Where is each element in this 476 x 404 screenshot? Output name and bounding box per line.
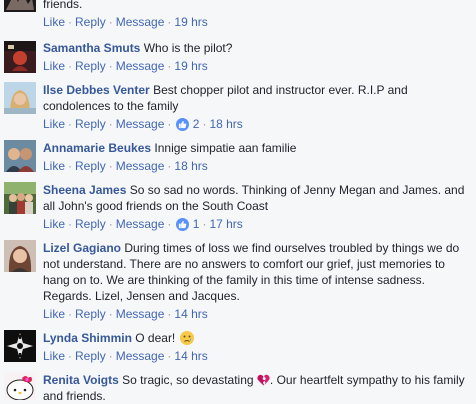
like-link[interactable]: Like	[43, 349, 65, 363]
reaction-count[interactable]: 1	[193, 217, 200, 231]
comment-author[interactable]: Lynda Shimmin	[43, 331, 132, 345]
comment-actions: Like · Reply · Message · 19 hrs	[43, 59, 208, 73]
comment-author[interactable]: Renita Voigts	[43, 373, 119, 387]
broken-heart-icon	[257, 374, 270, 386]
reply-link[interactable]: Reply	[75, 117, 106, 131]
comment-actions: Like · Reply · Message · 18 hrs	[43, 159, 208, 173]
message-link[interactable]: Message	[116, 59, 165, 73]
message-link[interactable]: Message	[116, 307, 165, 321]
comment-body: Lynda Shimmin O dear!	[43, 330, 470, 346]
avatar[interactable]	[4, 82, 36, 114]
message-link[interactable]: Message	[116, 349, 165, 363]
comment-actions: Like · Reply · Message · 2 · 18 hrs	[43, 117, 243, 131]
reaction-count[interactable]: 2	[193, 117, 200, 131]
message-link[interactable]: Message	[116, 217, 165, 231]
message-link[interactable]: Message	[116, 159, 165, 173]
avatar[interactable]	[4, 0, 36, 12]
comment-body: Ilse Debbes Venter Best chopper pilot an…	[43, 82, 470, 114]
comment-body: Sheena James So so sad no words. Thinkin…	[43, 182, 470, 214]
avatar[interactable]	[4, 240, 36, 272]
thumbs-up-icon[interactable]	[176, 118, 190, 131]
comment-author[interactable]: Sheena James	[43, 183, 126, 197]
like-link[interactable]: Like	[43, 159, 65, 173]
comment-body: Annamarie Beukes Innige simpatie aan fam…	[43, 140, 470, 156]
message-link[interactable]: Message	[116, 117, 165, 131]
thumbs-up-icon[interactable]	[176, 218, 190, 231]
like-link[interactable]: Like	[43, 15, 65, 29]
comment-body: Lizel Gagiano During times of loss we fi…	[43, 240, 470, 304]
comment-body: friends.	[43, 0, 470, 12]
avatar[interactable]	[4, 182, 36, 214]
avatar[interactable]	[4, 372, 36, 400]
like-link[interactable]: Like	[43, 59, 65, 73]
comment-text: O dear!	[135, 331, 176, 345]
avatar[interactable]	[4, 140, 36, 172]
avatar[interactable]	[4, 41, 36, 73]
timestamp[interactable]: 17 hrs	[209, 217, 242, 231]
comment-text: friends.	[43, 0, 83, 11]
timestamp[interactable]: 19 hrs	[174, 59, 207, 73]
avatar[interactable]	[4, 330, 36, 362]
reply-link[interactable]: Reply	[75, 217, 106, 231]
reply-link[interactable]: Reply	[75, 159, 106, 173]
like-link[interactable]: Like	[43, 307, 65, 321]
timestamp[interactable]: 14 hrs	[174, 307, 207, 321]
comment-author[interactable]: Ilse Debbes Venter	[43, 83, 150, 97]
comment-text: So tragic, so devastating	[122, 373, 254, 387]
timestamp[interactable]: 14 hrs	[174, 349, 207, 363]
like-link[interactable]: Like	[43, 117, 65, 131]
comment-text: Who is the pilot?	[143, 41, 233, 55]
reply-link[interactable]: Reply	[75, 59, 106, 73]
comment-actions: Like · Reply · Message · 14 hrs	[43, 349, 208, 363]
like-link[interactable]: Like	[43, 217, 65, 231]
comment-actions: Like · Reply · Message · 14 hrs	[43, 307, 208, 321]
message-link[interactable]: Message	[116, 15, 165, 29]
reply-link[interactable]: Reply	[75, 349, 106, 363]
timestamp[interactable]: 18 hrs	[209, 117, 242, 131]
comment-author[interactable]: Lizel Gagiano	[43, 241, 121, 255]
comment-text: Innige simpatie aan familie	[154, 141, 297, 155]
timestamp[interactable]: 19 hrs	[174, 15, 207, 29]
comment-author[interactable]: Annamarie Beukes	[43, 141, 151, 155]
comment-body: Samantha Smuts Who is the pilot?	[43, 40, 470, 56]
sad-face-icon	[179, 331, 194, 345]
comment-actions: Like · Reply · Message · 19 hrs	[43, 15, 208, 29]
comment-body: Renita Voigts So tragic, so devastating …	[43, 372, 470, 404]
comment-actions: Like · Reply · Message · 1 · 17 hrs	[43, 217, 243, 231]
reply-link[interactable]: Reply	[75, 15, 106, 29]
timestamp[interactable]: 18 hrs	[174, 159, 207, 173]
comment-author[interactable]: Samantha Smuts	[43, 41, 140, 55]
reply-link[interactable]: Reply	[75, 307, 106, 321]
